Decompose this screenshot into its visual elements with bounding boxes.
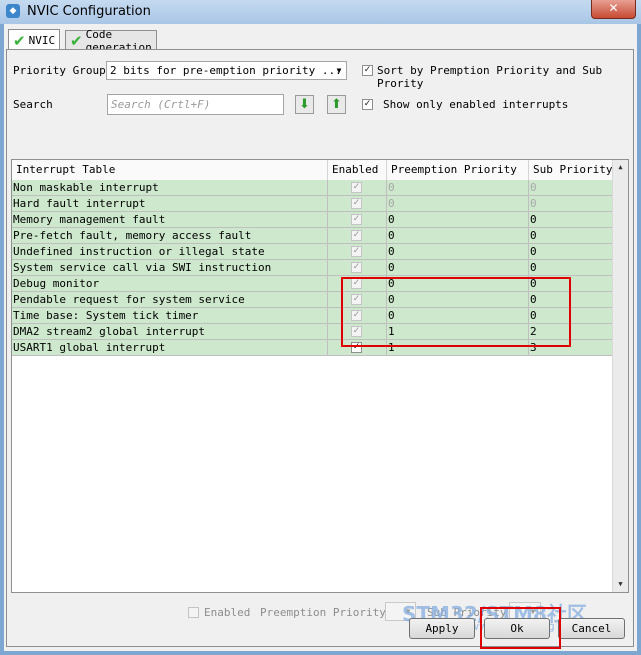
scroll-down-icon[interactable]: ▼ [613, 577, 628, 592]
priority-group-select[interactable]: 2 bits for pre-emption priority ... ▼ [106, 61, 347, 80]
enabled-checkbox[interactable]: ✓ [351, 262, 362, 273]
table-row[interactable]: System service call via SWI instruction ✓… [12, 260, 620, 276]
enabled-checkbox[interactable]: ✓ [351, 198, 362, 209]
green-check-icon: ✔ [13, 31, 26, 50]
close-button[interactable]: ✕ [591, 0, 636, 19]
app-icon: ◆ [6, 4, 20, 18]
interrupt-name: USART1 global interrupt [12, 340, 328, 356]
apply-button[interactable]: Apply [409, 618, 475, 639]
col-sub-priority[interactable]: Sub Priority [529, 160, 620, 180]
interrupt-name: Pre-fetch fault, memory access fault [12, 228, 328, 244]
interrupt-name: Memory management fault [12, 212, 328, 228]
col-enabled[interactable]: Enabled [328, 160, 387, 180]
interrupt-name: Pendable request for system service [12, 292, 328, 308]
bottom-enabled-label: Enabled [204, 606, 251, 619]
search-label: Search [13, 98, 53, 111]
chevron-down-icon: ▼ [336, 66, 342, 75]
sub-priority[interactable]: 0 [529, 244, 620, 260]
search-down-button[interactable]: ⬇ [295, 95, 314, 114]
table-row[interactable]: Hard fault interrupt ✓ 0 0 [12, 196, 620, 212]
preemption-priority[interactable]: 0 [387, 260, 529, 276]
preemption-priority[interactable]: 0 [387, 244, 529, 260]
enabled-cell[interactable]: ✓ [328, 196, 387, 212]
enabled-cell[interactable]: ✓ [328, 244, 387, 260]
sub-priority[interactable]: 0 [529, 228, 620, 244]
col-interrupt-table[interactable]: Interrupt Table [12, 160, 328, 180]
preemption-priority[interactable]: 0 [387, 196, 529, 212]
table-row[interactable]: Pre-fetch fault, memory access fault ✓ 0 0 [12, 228, 620, 244]
interrupt-name: DMA2 stream2 global interrupt [12, 324, 328, 340]
tab-code-generation[interactable]: ✔ Code generation [65, 28, 157, 54]
table-header: Interrupt Table Enabled Preemption Prior… [12, 160, 620, 181]
sort-checkbox[interactable]: ✓ [362, 65, 373, 76]
priority-group-value: 2 bits for pre-emption priority ... [110, 64, 342, 77]
enabled-cell[interactable]: ✓ [328, 228, 387, 244]
sub-priority[interactable]: 0 [529, 212, 620, 228]
tab-nvic[interactable]: ✔ NVIC [8, 29, 61, 51]
col-preemption-priority[interactable]: Preemption Priority [387, 160, 529, 180]
table-row[interactable]: Non maskable interrupt ✓ 0 0 [12, 180, 620, 196]
interrupt-name: Non maskable interrupt [12, 180, 328, 196]
sub-priority[interactable]: 0 [529, 260, 620, 276]
interrupt-name: Undefined instruction or illegal state [12, 244, 328, 260]
enabled-checkbox[interactable]: ✓ [351, 246, 362, 257]
cancel-button[interactable]: Cancel [558, 618, 625, 639]
sort-label: Sort by Premption Priority and Sub Prori… [377, 64, 603, 90]
highlight-annotation [341, 277, 571, 347]
enabled-cell[interactable]: ✓ [328, 212, 387, 228]
preemption-priority[interactable]: 0 [387, 180, 529, 196]
interrupt-name: Hard fault interrupt [12, 196, 328, 212]
highlight-annotation-ok [480, 607, 561, 649]
table-scrollbar[interactable]: ▲ ▼ [612, 160, 628, 592]
interrupt-name: Debug monitor [12, 276, 328, 292]
priority-group-label: Priority Group [13, 64, 106, 77]
show-enabled-checkbox[interactable]: ✓ [362, 99, 373, 110]
preemption-priority[interactable]: 0 [387, 212, 529, 228]
table-row[interactable]: Undefined instruction or illegal state ✓ 0… [12, 244, 620, 260]
enabled-checkbox[interactable]: ✓ [351, 230, 362, 241]
show-enabled-label: Show only enabled interrupts [383, 98, 569, 111]
enabled-checkbox[interactable]: ✓ [351, 214, 362, 225]
table-row[interactable]: Memory management fault ✓ 0 0 [12, 212, 620, 228]
title-bar: ◆ NVIC Configuration ✕ [0, 0, 641, 24]
nvic-panel: Priority Group 2 bits for pre-emption pr… [6, 49, 634, 647]
search-placeholder: Search (Crtl+F) [111, 98, 211, 111]
enabled-cell[interactable]: ✓ [328, 180, 387, 196]
enabled-checkbox[interactable]: ✓ [351, 182, 362, 193]
preemption-priority[interactable]: 0 [387, 228, 529, 244]
search-up-button[interactable]: ⬆ [327, 95, 346, 114]
bottom-enabled-checkbox[interactable] [188, 607, 199, 618]
interrupt-name: Time base: System tick timer [12, 308, 328, 324]
green-check-icon: ✔ [70, 31, 83, 50]
scroll-up-icon[interactable]: ▲ [613, 160, 628, 175]
tab-nvic-label: NVIC [28, 34, 56, 47]
bottom-preemption-label: Preemption Priority [260, 606, 386, 619]
interrupt-table: Interrupt Table Enabled Preemption Prior… [11, 159, 629, 593]
window-title: NVIC Configuration [27, 4, 151, 19]
search-input[interactable]: Search (Crtl+F) [107, 94, 284, 115]
sub-priority[interactable]: 0 [529, 180, 620, 196]
enabled-cell[interactable]: ✓ [328, 260, 387, 276]
interrupt-name: System service call via SWI instruction [12, 260, 328, 276]
sub-priority[interactable]: 0 [529, 196, 620, 212]
